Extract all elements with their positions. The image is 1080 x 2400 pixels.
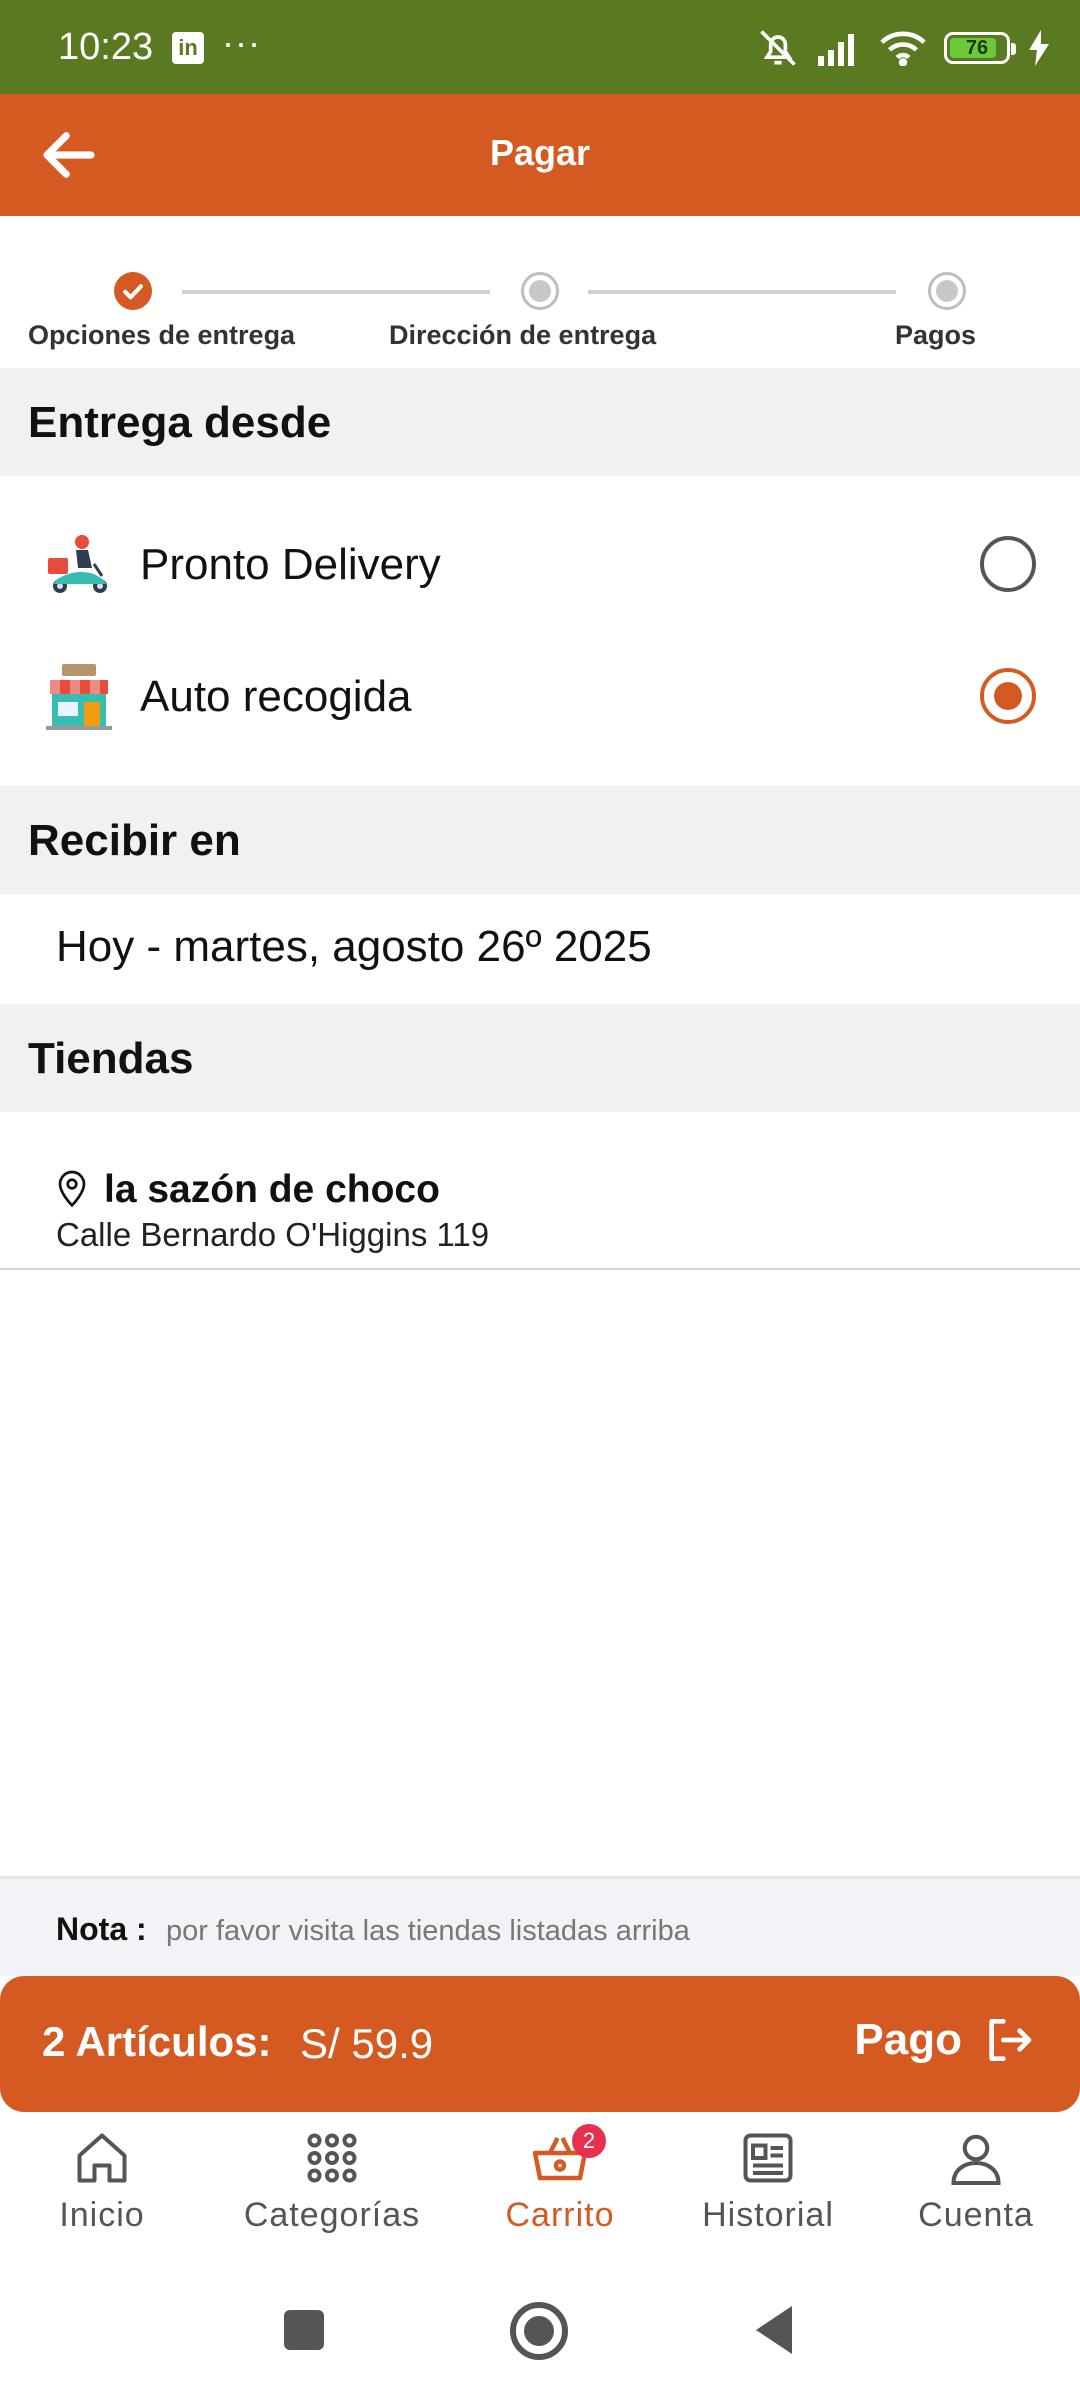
delivery-section-header: Entrega desde: [0, 368, 1080, 476]
system-navigation-bar: [0, 2252, 1080, 2400]
section-title: Tiendas: [28, 1034, 194, 1083]
stores-section-header: Tiendas: [0, 1004, 1080, 1112]
nav-item-carrito[interactable]: 2 Carrito: [460, 2124, 660, 2235]
status-icons: 76: [756, 26, 1050, 70]
nav-item-categorias[interactable]: Categorías: [232, 2128, 432, 2235]
nav-label: Inicio: [59, 2196, 145, 2234]
step-label-delivery-address: Dirección de entrega: [389, 320, 657, 350]
step-2-pending-icon: [521, 272, 559, 310]
note-banner: Nota : por favor visita las tiendas list…: [0, 1876, 1080, 1976]
news-icon: [743, 2133, 793, 2183]
logout-arrow-icon: [989, 2019, 1032, 2061]
status-bar: 10:23 in ··· 76: [0, 0, 1080, 94]
nav-item-inicio[interactable]: Inicio: [2, 2128, 202, 2235]
cart-badge: 2: [572, 2124, 606, 2158]
radio-auto-recogida[interactable]: [980, 668, 1036, 724]
delivery-option-pickup[interactable]: Auto recogida: [0, 632, 1080, 762]
delivery-option-label: Auto recogida: [140, 672, 412, 721]
checkout-stepper: Opciones de entrega Dirección de entrega…: [0, 216, 1080, 368]
note-label: Nota :: [56, 1911, 147, 1947]
recent-apps-icon[interactable]: [284, 2310, 324, 2350]
nav-label: Carrito: [505, 2196, 615, 2234]
receive-section-header: Recibir en: [0, 786, 1080, 894]
checkout-bar[interactable]: 2 Artículos: S/ 59.9 Pago: [0, 1976, 1080, 2112]
wifi-icon: [880, 31, 926, 66]
battery-icon: 76: [944, 32, 1016, 64]
store-address: Calle Bernardo O'Higgins 119: [56, 1216, 490, 1253]
location-pin-icon: [58, 1170, 86, 1208]
nav-label: Cuenta: [918, 2196, 1034, 2234]
step-1-done-icon: [114, 272, 152, 310]
step-label-payments: Pagos: [895, 320, 977, 350]
nav-label: Historial: [702, 2196, 834, 2234]
delivery-option-label: Pronto Delivery: [140, 540, 441, 589]
bottom-navigation: Inicio Categorías 2 Carrito Historial Cu…: [0, 2112, 1080, 2252]
app-bar: Pagar: [0, 94, 1080, 216]
mute-icon: [760, 30, 796, 66]
status-time: 10:23: [58, 26, 154, 68]
home-icon: [77, 2133, 127, 2183]
step-label-delivery-options: Opciones de entrega: [28, 320, 296, 350]
linkedin-icon: in: [172, 32, 204, 64]
delivery-option-pronto[interactable]: Pronto Delivery: [0, 500, 1080, 630]
nav-label: Categorías: [243, 2196, 421, 2234]
grid-icon: [307, 2133, 357, 2183]
section-title: Entrega desde: [28, 398, 332, 447]
battery-level: 76: [965, 36, 989, 59]
stepper-connector: [182, 290, 490, 294]
back-triangle-icon[interactable]: [756, 2306, 792, 2354]
note-text: por favor visita las tiendas listadas ar…: [166, 1915, 690, 1947]
pay-button[interactable]: Pago: [854, 2012, 1036, 2068]
home-button-icon[interactable]: [510, 2302, 568, 2360]
radio-pronto-delivery[interactable]: [980, 536, 1036, 592]
store-list-item[interactable]: la sazón de choco Calle Bernardo O'Higgi…: [0, 1112, 1080, 1270]
signal-icon: [818, 34, 854, 66]
nav-item-historial[interactable]: Historial: [668, 2128, 868, 2235]
store-icon: [46, 664, 112, 730]
step-3-pending-icon: [928, 272, 966, 310]
charging-icon: [1029, 30, 1049, 66]
more-notifications-icon: ···: [222, 22, 261, 63]
stepper-connector: [588, 290, 896, 294]
delivery-scooter-icon: [48, 535, 107, 593]
cart-total: S/ 59.9: [300, 2020, 434, 2067]
nav-item-cuenta[interactable]: Cuenta: [876, 2128, 1076, 2235]
page-title: Pagar: [489, 132, 591, 173]
pay-button-label: Pago: [854, 2015, 962, 2064]
section-title: Recibir en: [28, 816, 241, 865]
receive-date[interactable]: Hoy - martes, agosto 26º 2025: [56, 922, 652, 972]
user-icon: [951, 2134, 1001, 2185]
store-name: la sazón de choco: [104, 1168, 440, 1211]
cart-item-count: 2 Artículos:: [42, 2018, 272, 2065]
